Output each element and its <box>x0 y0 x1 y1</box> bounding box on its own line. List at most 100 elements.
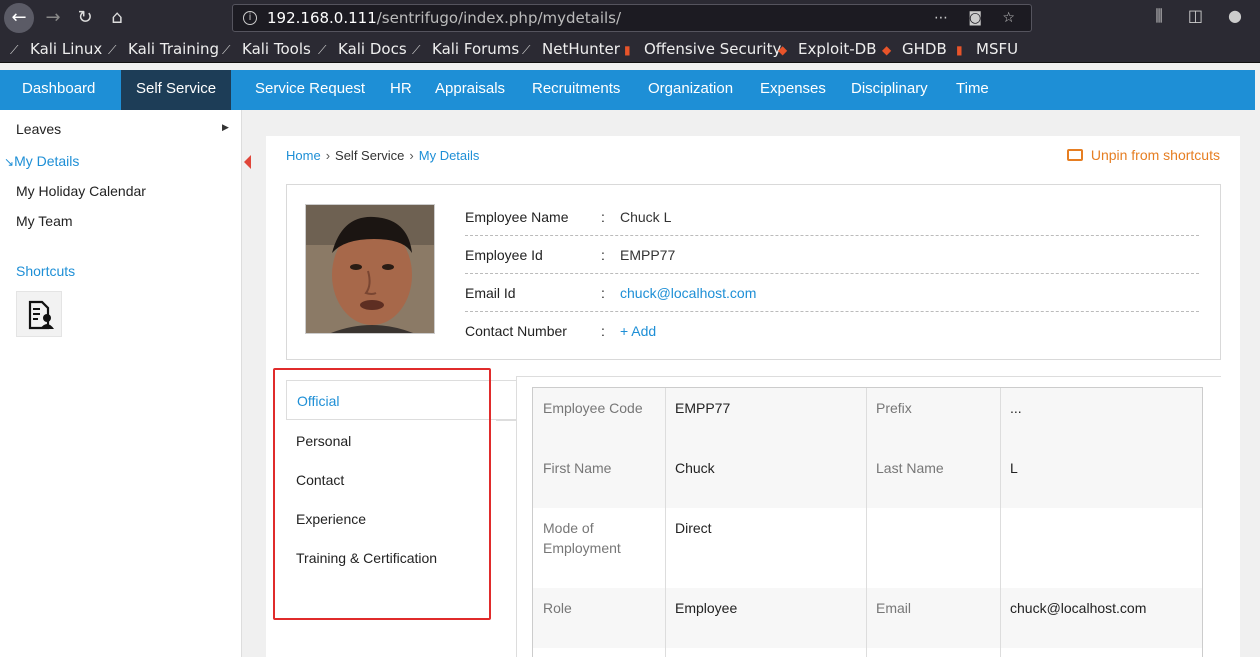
forward-icon[interactable]: → <box>38 3 68 33</box>
field-value: ... <box>1000 388 1202 448</box>
sidebar-item-holiday-calendar[interactable]: My Holiday Calendar <box>16 183 146 199</box>
field-label: Employee Code <box>533 388 665 448</box>
bookmark-item[interactable]: ⟋ Kali Forums <box>412 39 519 59</box>
kali-icon: ⟋ <box>10 43 19 57</box>
tab-panel-border <box>516 376 1221 377</box>
tab-contact[interactable]: Contact <box>286 460 516 500</box>
bookmark-item[interactable]: ⟋ NetHunter <box>522 39 620 59</box>
field-value: EMPP77 <box>665 388 866 448</box>
add-contact-button[interactable]: + Add <box>620 323 656 339</box>
tab-panel-divider <box>516 376 517 657</box>
bookmarks-bar: ⟋ Kali Linux ⟋ Kali Training ⟋ Kali Tools ⟋… <box>0 35 1260 63</box>
sidebar-item-my-team[interactable]: My Team <box>16 213 73 229</box>
main-content: Home › Self Service › My Details Unpin from … <box>266 136 1240 657</box>
main-nav: Dashboard Self Service Service Request H… <box>0 70 1255 110</box>
field-value: Chuck <box>665 448 866 508</box>
grid-divider <box>665 388 666 657</box>
bookmark-item[interactable]: ▮ MSFU <box>956 39 1018 59</box>
browser-toolbar: ← → ↻ ⌂ i 192.168.0.111/sentrifugo/index… <box>0 0 1260 35</box>
unpin-shortcut-button[interactable]: Unpin from shortcuts <box>1066 147 1220 163</box>
grid-divider <box>866 388 867 657</box>
tab-official[interactable]: Official <box>286 380 516 420</box>
nav-expenses[interactable]: Expenses <box>760 70 826 110</box>
shortcut-my-details[interactable] <box>16 291 62 337</box>
employee-name: Chuck L <box>620 209 672 225</box>
breadcrumb-section: Self Service <box>335 148 405 163</box>
kali-icon: ⟋ <box>522 43 531 57</box>
bookmark-item[interactable]: ◆ GHDB <box>882 39 947 59</box>
offsec-icon: ▮ <box>624 43 631 57</box>
unpin-icon <box>1066 149 1083 162</box>
tab-personal[interactable]: Personal <box>286 421 516 461</box>
detail-tabs: Official Personal Contact Experience Tra… <box>286 380 516 657</box>
exploitdb-icon: ◆ <box>778 43 788 57</box>
field-label: First Name <box>533 448 665 508</box>
bookmark-item[interactable]: ⟋ Kali Tools <box>222 39 311 59</box>
field-value <box>1000 508 1202 588</box>
bookmark-item[interactable]: ⟋ Kali Docs <box>318 39 407 59</box>
email-link[interactable]: chuck@localhost.com <box>620 285 756 301</box>
grid-divider <box>1000 388 1001 657</box>
field-value: chuck@localhost.com <box>1000 588 1202 648</box>
url-path: /sentrifugo/index.php/mydetails/ <box>376 9 622 27</box>
bookmark-item[interactable]: ⟋ Kali Linux <box>10 39 102 59</box>
nav-hr[interactable]: HR <box>390 70 412 110</box>
official-details-grid: Employee Code EMPP77 Prefix ... First Na… <box>532 387 1203 657</box>
profile-row-name: Employee Name : Chuck L <box>465 198 1199 236</box>
sidebar: Leaves ▶ ↘My Details My Holiday Calendar… <box>0 110 242 657</box>
nav-appraisals[interactable]: Appraisals <box>435 70 505 110</box>
kali-icon: ⟋ <box>412 43 421 57</box>
breadcrumb-home[interactable]: Home <box>286 148 321 163</box>
nav-disciplinary[interactable]: Disciplinary <box>851 70 928 110</box>
msfu-icon: ▮ <box>956 43 963 57</box>
field-value: Direct <box>665 508 866 588</box>
employee-photo <box>305 204 435 334</box>
field-label: Email <box>866 588 1000 648</box>
nav-time[interactable]: Time <box>956 70 989 110</box>
employee-document-icon <box>28 300 54 330</box>
field-value: L <box>1000 448 1202 508</box>
field-label: Prefix <box>866 388 1000 448</box>
ghdb-icon: ◆ <box>882 43 892 57</box>
page-actions-icon[interactable]: ⋯ ◙ ☆ <box>934 5 1023 31</box>
expand-right-icon[interactable]: ▶ <box>222 122 229 133</box>
field-label: Role <box>533 588 665 648</box>
breadcrumb: Home › Self Service › My Details <box>286 148 479 163</box>
sidebar-item-my-details[interactable]: ↘My Details <box>4 153 79 169</box>
profile-row-id: Employee Id : EMPP77 <box>465 236 1199 274</box>
tab-training-certification[interactable]: Training & Certification <box>286 538 516 578</box>
breadcrumb-separator: › <box>409 148 414 163</box>
bookmark-item[interactable]: ⟋ Kali Training <box>108 39 219 59</box>
employee-id: EMPP77 <box>620 247 676 263</box>
breadcrumb-separator: › <box>325 148 331 163</box>
home-icon[interactable]: ⌂ <box>102 3 132 33</box>
nav-self-service[interactable]: Self Service <box>121 70 231 110</box>
profile-row-contact: Contact Number : + Add <box>465 323 657 339</box>
breadcrumb-current[interactable]: My Details <box>419 148 480 163</box>
url-host: 192.168.0.111 <box>267 9 377 27</box>
shortcuts-heading: Shortcuts <box>16 263 76 279</box>
nav-organization[interactable]: Organization <box>648 70 733 110</box>
library-icon[interactable]: ⫼ ◫ ● <box>1155 6 1252 26</box>
tab-experience[interactable]: Experience <box>286 499 516 539</box>
collapse-sidebar-icon[interactable] <box>244 155 251 169</box>
nav-dashboard[interactable]: Dashboard <box>0 70 118 110</box>
nav-service-request[interactable]: Service Request <box>255 70 365 110</box>
nav-recruitments[interactable]: Recruitments <box>532 70 620 110</box>
bookmark-item[interactable]: ▮ Offensive Security <box>624 39 781 59</box>
sidebar-item-leaves[interactable]: Leaves <box>16 121 61 137</box>
back-icon[interactable]: ← <box>4 3 34 33</box>
field-value: Employee <box>665 588 866 648</box>
reload-icon[interactable]: ↻ <box>70 3 100 33</box>
arrow-icon: ↘ <box>4 155 15 169</box>
bookmark-item[interactable]: ◆ Exploit-DB <box>778 39 877 59</box>
profile-card: Employee Name : Chuck L Employee Id : EM… <box>286 184 1221 360</box>
profile-row-email: Email Id : chuck@localhost.com <box>465 274 1199 312</box>
kali-icon: ⟋ <box>222 43 231 57</box>
kali-icon: ⟋ <box>318 43 327 57</box>
field-label: Mode of Employment <box>533 508 665 588</box>
field-label <box>866 508 1000 588</box>
url-bar[interactable]: i 192.168.0.111/sentrifugo/index.php/myd… <box>232 4 1032 32</box>
info-icon[interactable]: i <box>243 11 257 25</box>
field-label: Last Name <box>866 448 1000 508</box>
